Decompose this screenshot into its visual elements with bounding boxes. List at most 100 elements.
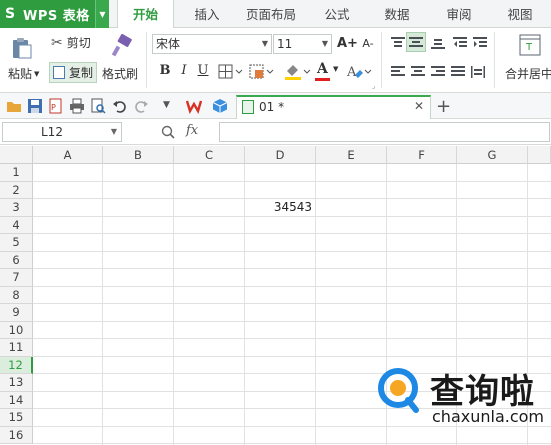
select-all-corner[interactable]	[0, 146, 33, 164]
align-bottom-icon[interactable]	[430, 36, 446, 50]
tab-formulas[interactable]: 公式	[312, 0, 362, 28]
grid-row-line	[33, 303, 551, 304]
align-left-icon[interactable]	[390, 65, 406, 79]
justify-icon[interactable]	[450, 65, 466, 79]
cut-label: 剪切	[66, 36, 91, 50]
decrease-indent-icon[interactable]	[452, 36, 468, 50]
column-header-E[interactable]: E	[316, 146, 387, 164]
chevron-down-icon: ▼	[261, 39, 268, 48]
row-header-9[interactable]: 9	[0, 304, 33, 322]
close-icon[interactable]: ✕	[414, 99, 424, 113]
merge-center-button[interactable]: 合并居中	[505, 65, 551, 82]
distributed-align-icon[interactable]	[470, 65, 486, 79]
format-painter-icon[interactable]	[109, 33, 133, 58]
column-header-F[interactable]: F	[387, 146, 457, 164]
wps-office-icon[interactable]	[185, 98, 203, 115]
row-header-7[interactable]: 7	[0, 269, 33, 287]
chevron-down-icon: ▼	[321, 39, 328, 48]
undo-icon[interactable]	[112, 98, 128, 114]
increase-indent-icon[interactable]	[472, 36, 488, 50]
column-header-G[interactable]: G	[457, 146, 528, 164]
column-header-B[interactable]: B	[103, 146, 174, 164]
open-folder-icon[interactable]	[6, 98, 22, 114]
name-box-value: L12	[41, 125, 63, 139]
font-size-select[interactable]: 11 ▼	[273, 34, 332, 54]
formula-input[interactable]	[219, 122, 550, 142]
column-header-C[interactable]: C	[174, 146, 245, 164]
zoom-search-icon[interactable]	[160, 124, 176, 140]
name-box[interactable]: L12 ▼	[2, 122, 122, 142]
clear-format-button[interactable]: A	[346, 63, 373, 81]
scissors-icon: ✂	[51, 34, 63, 51]
ribbon-tab-bar: S WPS 表格 ▼ 开始 插入 页面布局 公式 数据 审阅 视图	[0, 0, 551, 29]
align-middle-icon[interactable]	[406, 32, 426, 52]
tab-data[interactable]: 数据	[372, 0, 422, 28]
row-header-13[interactable]: 13	[0, 374, 33, 392]
ribbon-divider	[494, 32, 495, 88]
column-header-D[interactable]: D	[245, 146, 316, 164]
cloud-cube-icon[interactable]	[212, 98, 228, 114]
new-tab-plus-icon[interactable]: +	[436, 96, 452, 117]
export-pdf-icon[interactable]: P	[48, 98, 64, 114]
font-color-glyph: A	[317, 61, 328, 77]
tab-view[interactable]: 视图	[495, 0, 545, 28]
redo-icon[interactable]	[133, 98, 149, 114]
fill-color-button[interactable]	[283, 62, 313, 82]
merge-center-icon[interactable]: T	[519, 34, 541, 56]
chevron-down-icon: ▼	[110, 127, 117, 136]
print-preview-icon[interactable]	[90, 98, 106, 114]
bold-button[interactable]: B	[156, 62, 174, 80]
align-right-icon[interactable]	[430, 65, 446, 79]
quick-access-toolbar: P ▼ 01 * ✕ +	[0, 93, 551, 119]
app-menu-button[interactable]: S WPS 表格 ▼	[0, 0, 109, 28]
paste-icon[interactable]	[10, 36, 34, 60]
customize-toolbar-chevron-down-icon[interactable]: ▼	[163, 100, 179, 116]
cut-button[interactable]: ✂ 剪切	[51, 34, 91, 51]
row-header-4[interactable]: 4	[0, 216, 33, 234]
insert-function-button[interactable]: fx	[186, 123, 198, 138]
row-header-3[interactable]: 3	[0, 199, 33, 217]
font-color-button[interactable]: A ▼	[314, 61, 342, 83]
paste-button[interactable]: 粘贴 ▼	[8, 65, 39, 82]
tab-page-layout[interactable]: 页面布局	[238, 0, 304, 28]
save-icon[interactable]	[27, 98, 43, 114]
cell-style-button[interactable]	[249, 64, 277, 80]
cell-D3[interactable]: 34543	[245, 200, 316, 218]
italic-button[interactable]: I	[175, 62, 193, 80]
align-top-icon[interactable]	[390, 36, 406, 50]
row-header-8[interactable]: 8	[0, 286, 33, 304]
font-dialog-launcher-icon[interactable]: ⌟	[372, 82, 380, 90]
font-name-value: 宋体	[156, 37, 181, 51]
row-header-11[interactable]: 11	[0, 339, 33, 357]
row-header-16[interactable]: 16	[0, 426, 33, 444]
font-name-select[interactable]: 宋体 ▼	[152, 34, 272, 54]
row-header-15[interactable]: 15	[0, 409, 33, 427]
borders-button[interactable]	[218, 64, 246, 80]
shrink-font-button[interactable]: A-	[359, 35, 377, 53]
copy-button[interactable]: 复制	[49, 62, 98, 83]
row-header-6[interactable]: 6	[0, 251, 33, 269]
tab-review[interactable]: 审阅	[434, 0, 484, 28]
merge-center-label: 合并居中	[505, 67, 551, 81]
underline-button[interactable]: U	[194, 62, 212, 80]
format-painter-button[interactable]: 格式刷	[102, 65, 138, 82]
row-header-1[interactable]: 1	[0, 164, 33, 182]
document-tab[interactable]: 01 * ✕	[236, 95, 431, 119]
row-header-14[interactable]: 14	[0, 391, 33, 409]
column-header-overflow[interactable]	[528, 146, 551, 164]
grow-font-button[interactable]: A+	[337, 35, 358, 53]
print-icon[interactable]	[69, 98, 85, 114]
grid-row-line	[33, 355, 551, 357]
row-header-12[interactable]: 12	[0, 356, 33, 374]
row-header-5[interactable]: 5	[0, 234, 33, 252]
row-header-10[interactable]: 10	[0, 321, 33, 339]
tab-home[interactable]: 开始	[117, 0, 174, 29]
grid-row-line	[33, 198, 551, 199]
app-menu-caret-icon[interactable]: ▼	[95, 0, 109, 28]
align-center-icon[interactable]	[410, 65, 426, 79]
tab-insert[interactable]: 插入	[181, 0, 233, 28]
grid-row-line	[33, 285, 551, 287]
spreadsheet-file-icon	[242, 100, 254, 114]
column-header-A[interactable]: A	[33, 146, 103, 164]
row-header-2[interactable]: 2	[0, 181, 33, 199]
